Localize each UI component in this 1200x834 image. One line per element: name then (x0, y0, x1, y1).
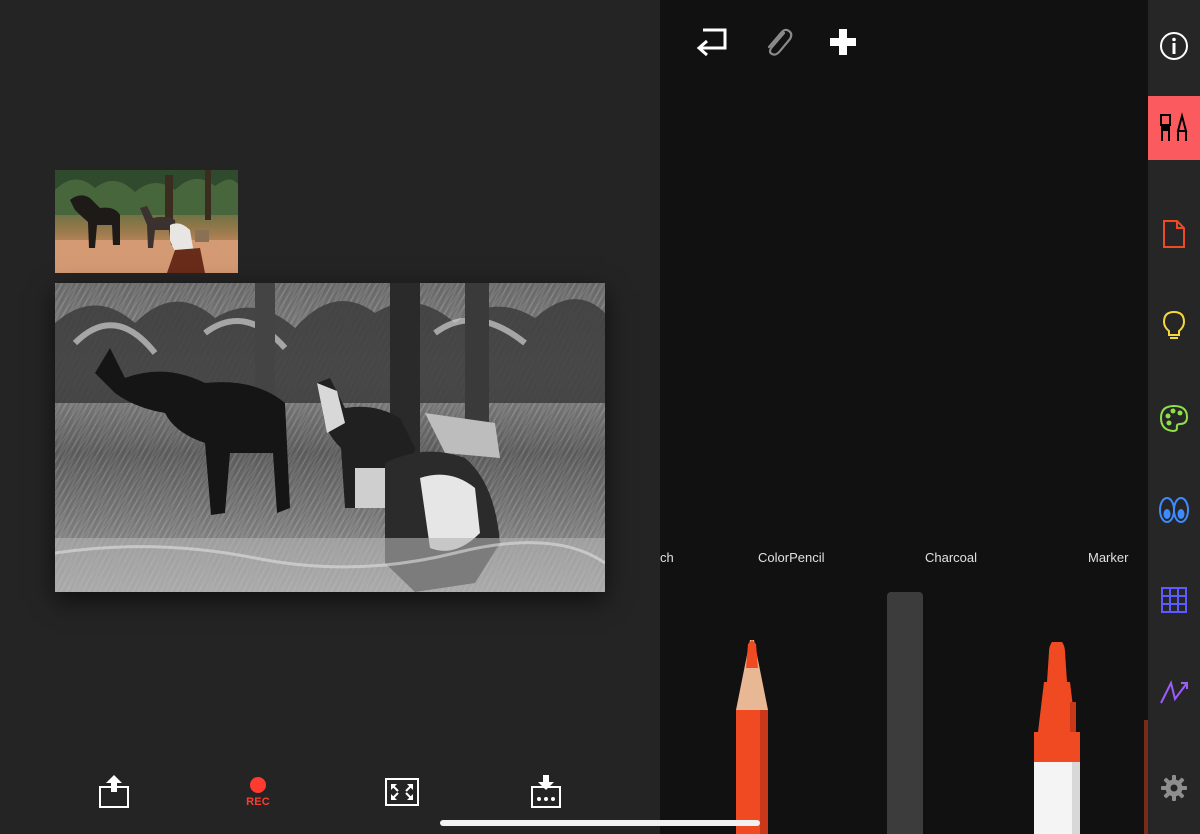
colorpencil-brush[interactable] (732, 640, 772, 834)
info-icon (1160, 32, 1188, 60)
info-button[interactable] (1148, 14, 1200, 78)
share-button[interactable] (94, 770, 134, 814)
undo-button[interactable] (692, 22, 732, 62)
gear-icon (1161, 775, 1187, 801)
import-button[interactable] (526, 770, 566, 814)
share-icon (99, 775, 129, 808)
sidebar-item-ideas[interactable] (1148, 294, 1200, 358)
thumbnail-image (55, 170, 238, 273)
page-icon (1163, 220, 1185, 248)
canvas-pane: REC (0, 0, 660, 834)
tool-sidebar (1148, 0, 1200, 834)
plus-icon (830, 29, 856, 55)
brush-label-marker[interactable]: Marker (1088, 550, 1128, 565)
sidebar-item-grid[interactable] (1148, 568, 1200, 632)
eyes-icon (1159, 497, 1189, 523)
zigzag-icon (1160, 680, 1188, 704)
lightbulb-icon (1162, 310, 1186, 339)
brush-label-sketch[interactable]: ch (660, 550, 674, 565)
home-indicator[interactable] (440, 820, 760, 826)
charcoal-brush[interactable] (887, 592, 923, 834)
settings-button[interactable] (1148, 756, 1200, 820)
brush-pane: ch ColorPencil Charcoal Marker (660, 0, 1148, 834)
attach-button[interactable] (757, 22, 797, 62)
brushes-icon (1160, 112, 1188, 141)
sidebar-item-brushes[interactable] (1148, 96, 1200, 160)
undo-icon (696, 28, 727, 57)
palette-icon (1159, 404, 1189, 432)
sidebar-item-page[interactable] (1148, 202, 1200, 266)
record-label: REC (246, 795, 270, 808)
import-icon (531, 775, 561, 808)
record-button[interactable]: REC (238, 770, 278, 814)
sketch-canvas[interactable] (55, 283, 605, 592)
brush-label-colorpencil[interactable]: ColorPencil (758, 550, 824, 565)
add-button[interactable] (823, 22, 863, 62)
paperclip-icon (767, 28, 793, 56)
grid-icon (1161, 587, 1187, 613)
marker-brush[interactable] (1032, 642, 1084, 834)
fit-screen-icon (385, 778, 419, 806)
sketch-image (55, 283, 605, 592)
brush-label-charcoal[interactable]: Charcoal (925, 550, 977, 565)
fit-screen-button[interactable] (382, 770, 422, 814)
sidebar-item-palette[interactable] (1148, 386, 1200, 450)
record-icon (250, 776, 266, 793)
source-photo-thumbnail[interactable] (55, 170, 238, 273)
sidebar-item-zigzag[interactable] (1148, 660, 1200, 724)
sidebar-item-eyes[interactable] (1148, 478, 1200, 542)
